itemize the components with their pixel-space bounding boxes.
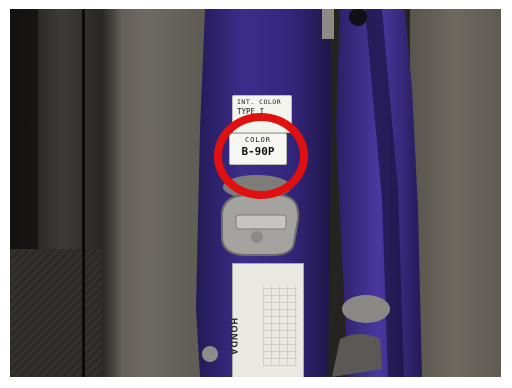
interior-color-text: INT. COLOR [237, 98, 282, 106]
vin-plate-brand: HONDA [229, 318, 239, 356]
hinge-bolt [322, 9, 334, 39]
striker-bar [235, 214, 287, 230]
door-jamb-photo: INT. COLOR TYPE I COLOR B-90P HONDA [10, 9, 501, 377]
striker-bolt [251, 231, 263, 243]
lower-bolt [202, 346, 218, 362]
vin-plate-grid [263, 286, 297, 366]
highlight-circle [214, 113, 308, 199]
door-bumper [342, 295, 390, 323]
vin-plate: HONDA [229, 263, 304, 377]
